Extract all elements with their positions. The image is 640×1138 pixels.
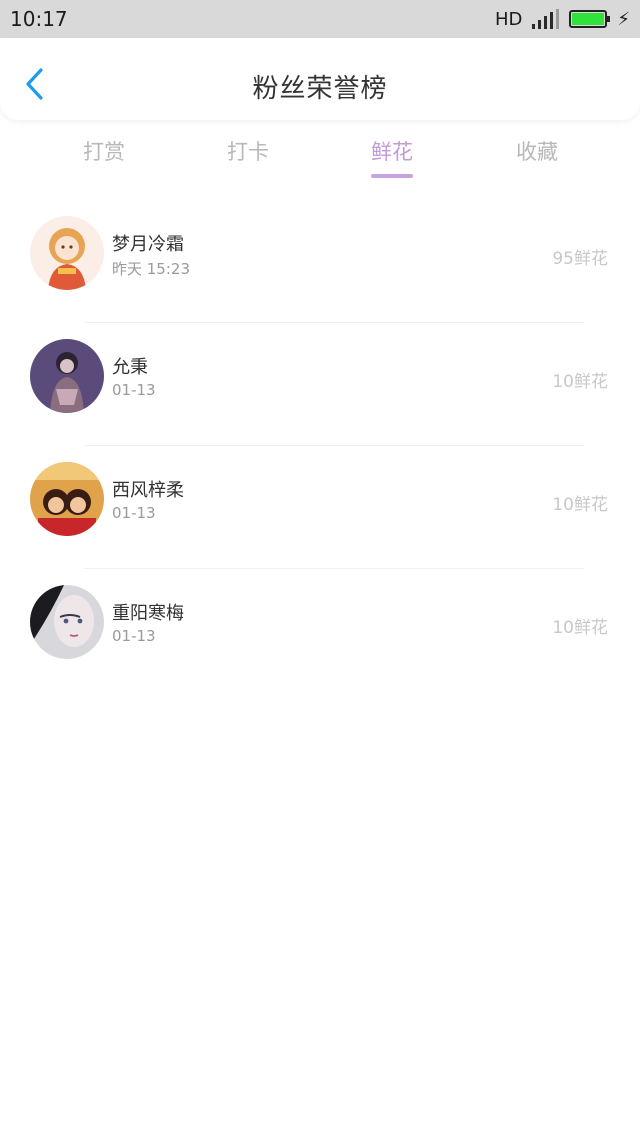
tab-favorites[interactable]: 收藏 — [515, 136, 559, 166]
tab-checkin[interactable]: 打卡 — [226, 136, 270, 166]
status-bar: 10:17 HD ⚡ — [0, 0, 640, 38]
active-tab-indicator — [371, 174, 413, 178]
list-item[interactable]: 重阳寒梅 01-13 10鲜花 — [0, 569, 640, 692]
flower-count: 95鲜花 — [552, 249, 608, 269]
fan-name: 重阳寒梅 — [112, 603, 184, 624]
fan-list: 梦月冷霜 昨天 15:23 95鲜花 允秉 01-13 10鲜花 西风梓柔 01… — [0, 200, 640, 692]
page-title: 粉丝荣誉榜 — [252, 74, 388, 104]
list-item[interactable]: 梦月冷霜 昨天 15:23 95鲜花 — [0, 200, 640, 323]
avatar — [30, 216, 104, 290]
avatar — [30, 585, 104, 659]
fan-time: 01-13 — [112, 504, 156, 522]
battery-icon — [569, 10, 611, 28]
tab-flowers[interactable]: 鲜花 — [370, 136, 414, 166]
fan-time: 01-13 — [112, 627, 156, 645]
charging-icon: ⚡ — [617, 8, 630, 30]
signal-icon — [532, 9, 560, 29]
tab-bar: 打赏 打卡 鲜花 收藏 — [0, 128, 640, 184]
hd-indicator: HD — [494, 8, 523, 30]
flower-count: 10鲜花 — [552, 618, 608, 638]
status-time: 10:17 — [10, 7, 68, 31]
fan-name: 西风梓柔 — [112, 480, 184, 501]
fan-name: 梦月冷霜 — [112, 234, 184, 255]
flower-count: 10鲜花 — [552, 495, 608, 515]
app-header: 粉丝荣誉榜 — [0, 38, 640, 120]
flower-count: 10鲜花 — [552, 372, 608, 392]
avatar — [30, 339, 104, 413]
list-item[interactable]: 允秉 01-13 10鲜花 — [0, 323, 640, 446]
fan-name: 允秉 — [112, 357, 148, 378]
avatar — [30, 462, 104, 536]
status-icons: HD ⚡ — [495, 9, 630, 30]
list-item[interactable]: 西风梓柔 01-13 10鲜花 — [0, 446, 640, 569]
fan-time: 昨天 15:23 — [112, 260, 190, 278]
fan-time: 01-13 — [112, 381, 156, 399]
tab-reward[interactable]: 打赏 — [82, 136, 126, 166]
